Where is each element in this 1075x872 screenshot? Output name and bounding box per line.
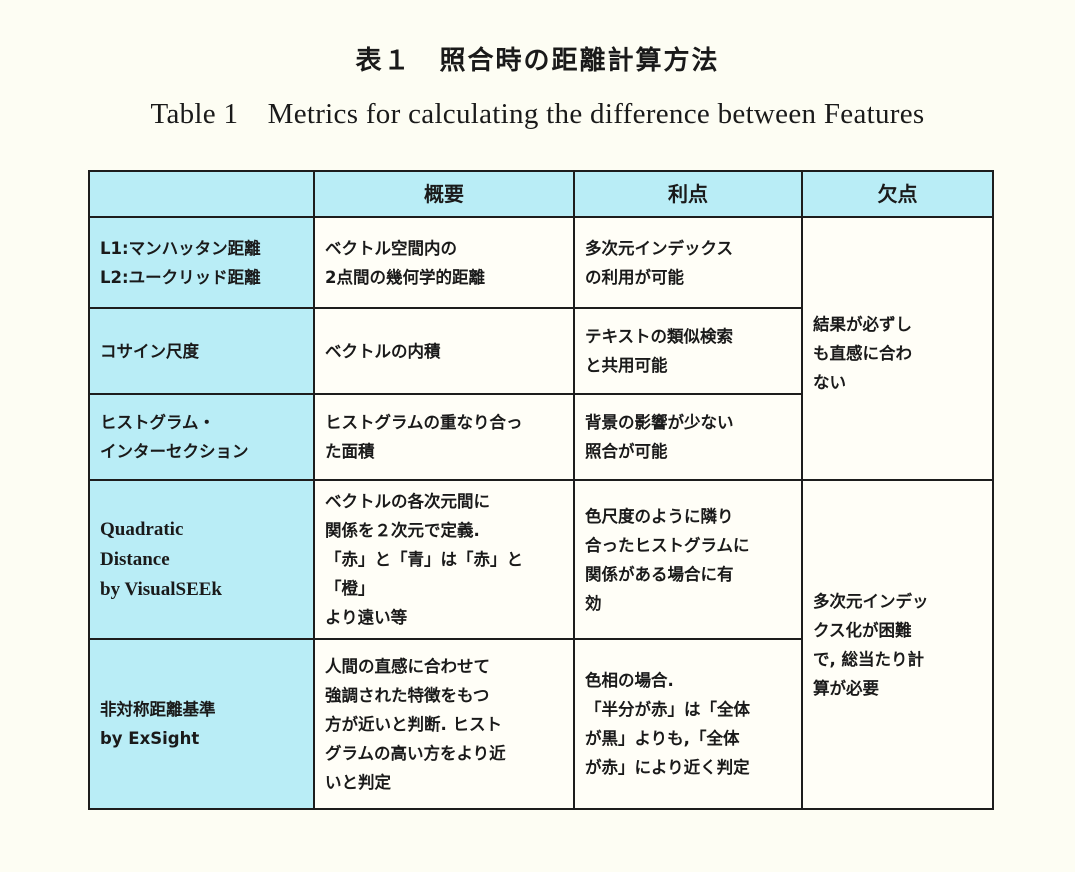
- overview-cell: ベクトル空間内の 2点間の幾何学的距離: [313, 216, 575, 309]
- table-row: L1:マンハッタン距離 L2:ユークリッド距離 ベクトル空間内の 2点間の幾何学…: [88, 216, 994, 481]
- header-cell-method: [88, 170, 315, 218]
- table-header-row: 概要 利点 欠点: [88, 170, 994, 218]
- method-cell: ヒストグラム・ インターセクション: [88, 393, 315, 481]
- overview-cell: ヒストグラムの重なり合っ た面積: [313, 393, 575, 481]
- method-cell: コサイン尺度: [88, 307, 315, 395]
- advantage-cell: 色尺度のように隣り 合ったヒストグラムに 関係がある場合に有 効: [573, 479, 803, 640]
- advantage-cell: 色相の場合. 「半分が赤」は「全体 が黒」よりも,「全体 が赤」により近く判定: [573, 638, 803, 810]
- header-cell-advantage: 利点: [573, 170, 803, 218]
- advantage-cell: 背景の影響が少ない 照合が可能: [573, 393, 803, 481]
- method-cell: L1:マンハッタン距離 L2:ユークリッド距離: [88, 216, 315, 309]
- overview-cell: ベクトルの内積: [313, 307, 575, 395]
- method-cell: 非対称距離基準 by ExSight: [88, 638, 315, 810]
- disadvantage-cell: 多次元インデッ クス化が困難 で, 総当たり計 算が必要: [801, 479, 994, 810]
- table-caption-en: Table 1 Metrics for calculating the diff…: [150, 98, 925, 130]
- header-cell-disadvantage: 欠点: [801, 170, 994, 218]
- metrics-table: 概要 利点 欠点 L1:マンハッタン距離 L2:ユークリッド距離 ベクトル空間内…: [88, 170, 994, 810]
- header-cell-overview: 概要: [313, 170, 575, 218]
- disadvantage-cell: 結果が必ずし も直感に合わ ない: [801, 216, 994, 481]
- overview-cell: 人間の直感に合わせて 強調された特徴をもつ 方が近いと判断. ヒスト グラムの高…: [313, 638, 575, 810]
- table-row: Quadratic Distance by VisualSEEk ベクトルの各次…: [88, 479, 994, 810]
- overview-cell: ベクトルの各次元間に 関係を２次元で定義. 「赤」と「青」は「赤」と「橙」 より…: [313, 479, 575, 640]
- method-cell: Quadratic Distance by VisualSEEk: [88, 479, 315, 640]
- advantage-cell: テキストの類似検索 と共用可能: [573, 307, 803, 395]
- advantage-cell: 多次元インデックス の利用が可能: [573, 216, 803, 309]
- table-caption-jp: 表１ 照合時の距離計算方法: [355, 46, 720, 76]
